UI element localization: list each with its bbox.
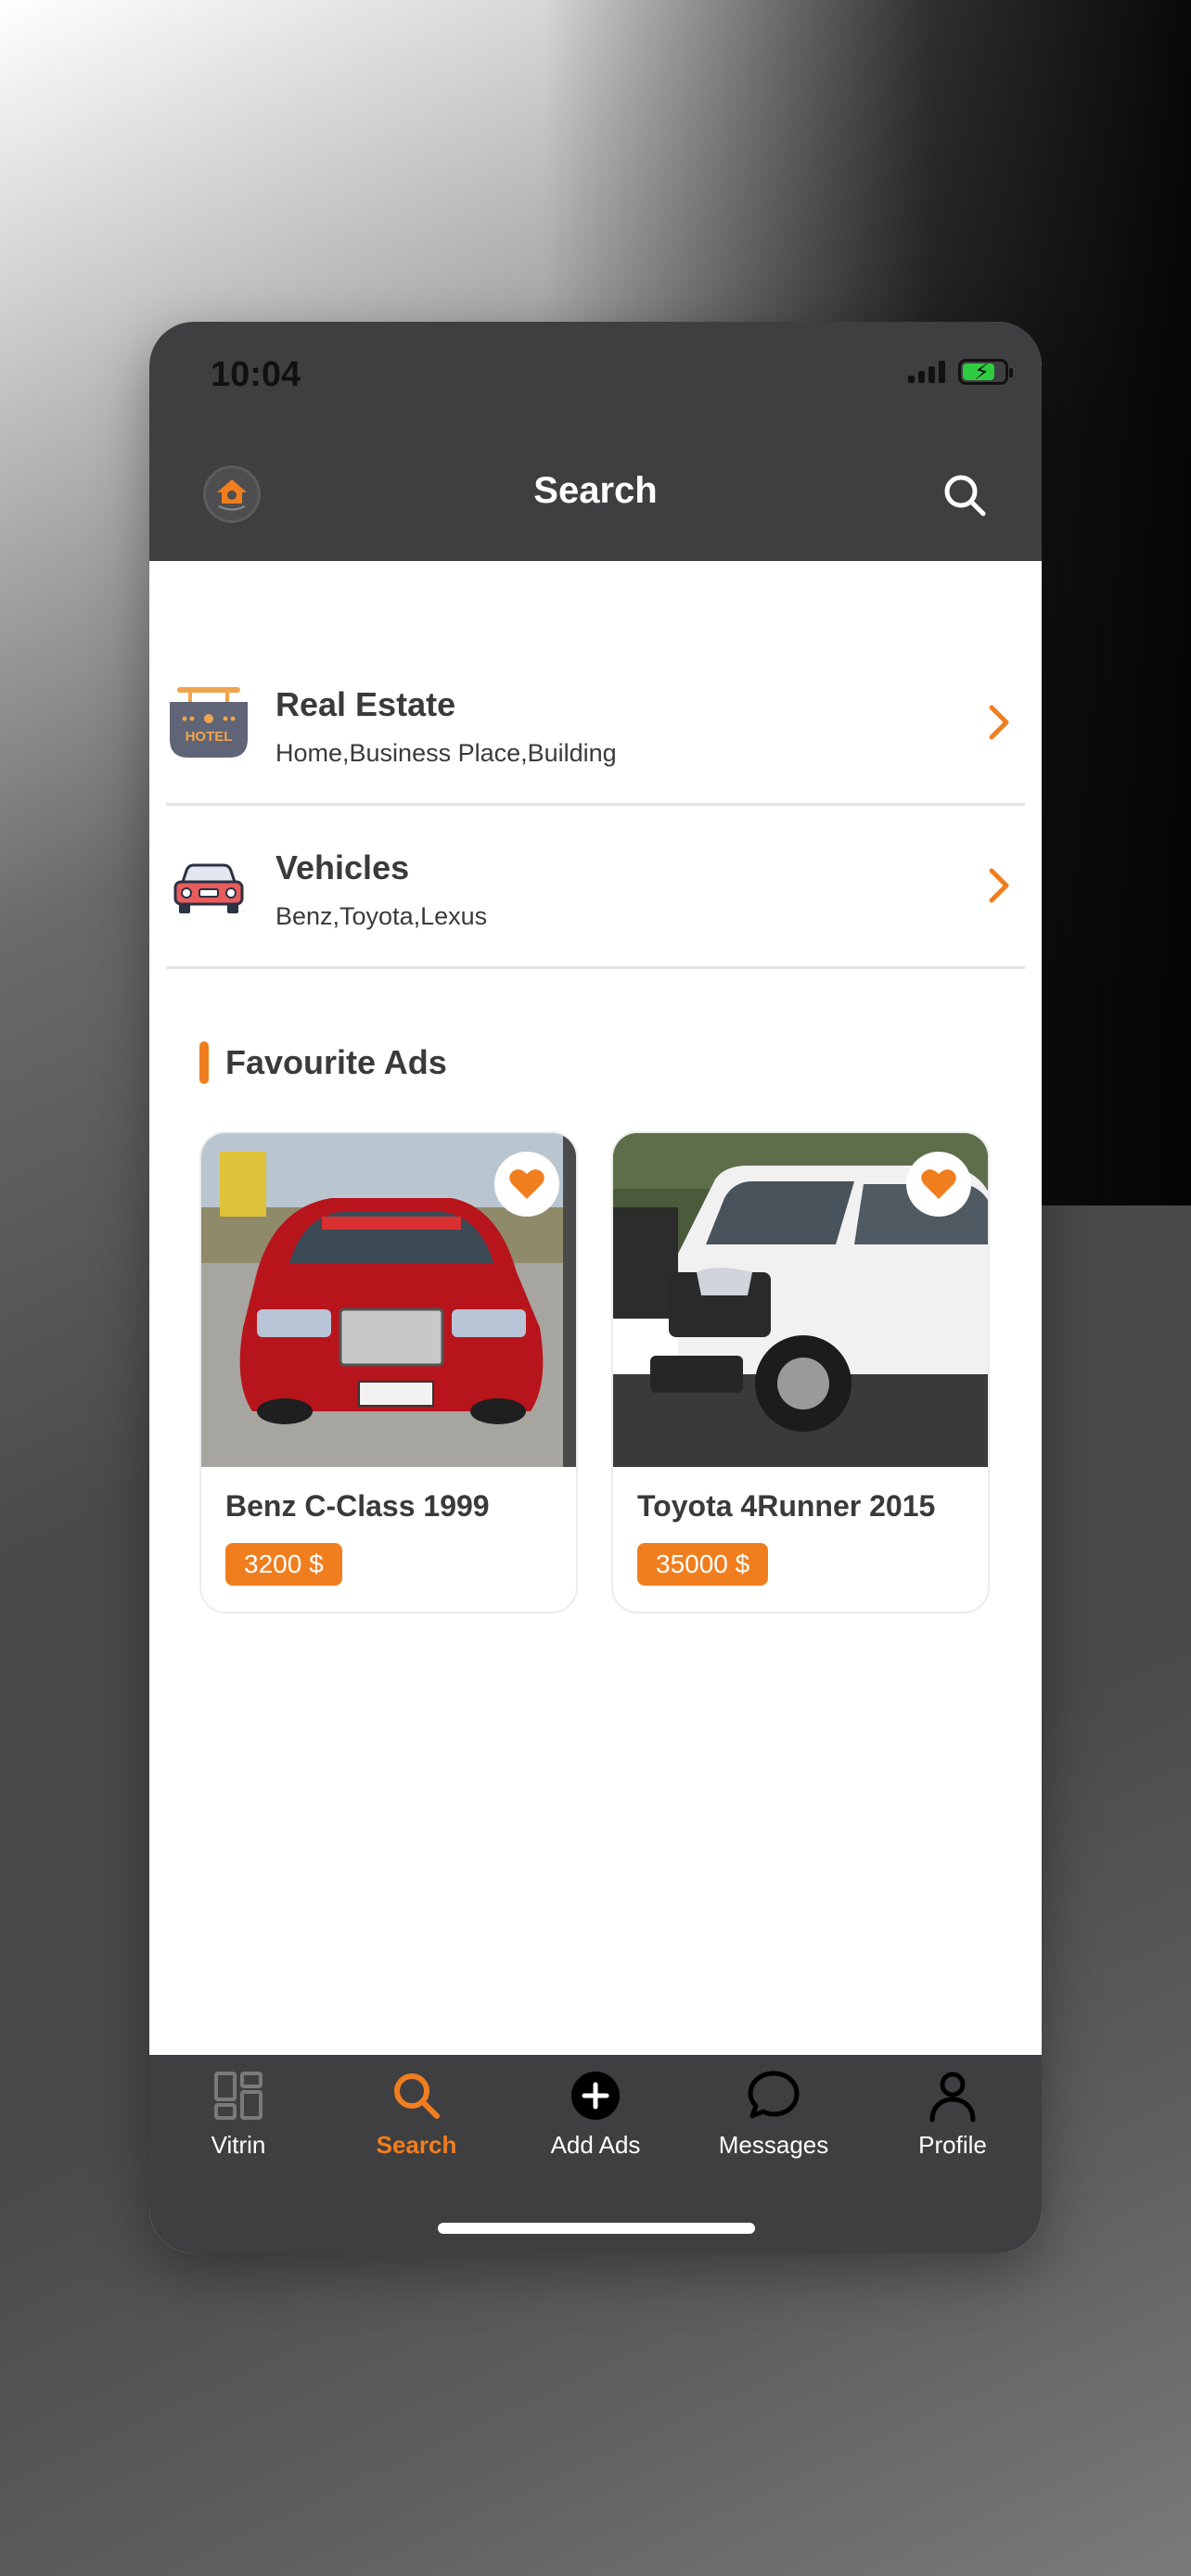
tab-label: Vitrin: [211, 2131, 266, 2159]
category-row-vehicles[interactable]: Vehicles Benz,Toyota,Lexus: [166, 806, 1025, 969]
tab-label: Profile: [918, 2131, 987, 2159]
ad-card-benz[interactable]: Benz C-Class 1999 3200 $: [199, 1131, 578, 1613]
tab-label: Messages: [718, 2131, 829, 2159]
chevron-right-icon: [989, 705, 1009, 740]
chevron-right-icon: [989, 868, 1009, 903]
chat-bubble-icon: [748, 2071, 800, 2119]
tab-search[interactable]: Search: [327, 2068, 506, 2160]
category-subtitle: Home,Business Place,Building: [275, 739, 617, 767]
search-icon: [944, 475, 986, 516]
top-bar: 10:04 ⚡ Search: [149, 322, 1042, 561]
search-button[interactable]: [940, 470, 990, 520]
favourite-toggle[interactable]: [906, 1152, 971, 1217]
category-title: Vehicles: [275, 848, 410, 886]
hotel-icon: HOTEL: [170, 687, 248, 758]
tab-messages[interactable]: Messages: [685, 2068, 863, 2160]
page-title: Search: [533, 470, 658, 511]
favourite-toggle[interactable]: [494, 1152, 559, 1217]
car-icon: [173, 863, 244, 913]
heart-icon: [921, 1169, 956, 1199]
phone-screen: 10:04 ⚡ Search HOTEL Real Estate Home,Bu…: [149, 322, 1042, 2253]
ad-title: Toyota 4Runner 2015: [637, 1489, 936, 1523]
category-title: Real Estate: [275, 685, 456, 723]
price-badge: 3200 $: [225, 1543, 342, 1586]
heart-icon: [509, 1169, 544, 1199]
tab-label: Search: [376, 2131, 457, 2159]
favourite-ads-header: Favourite Ads: [199, 1041, 447, 1084]
ad-title: Benz C-Class 1999: [225, 1489, 490, 1523]
status-icons: ⚡: [908, 359, 1013, 385]
price-badge: 35000 $: [637, 1543, 769, 1586]
search-icon: [394, 2073, 440, 2119]
category-row-real-estate[interactable]: HOTEL Real Estate Home,Business Place,Bu…: [166, 643, 1025, 806]
person-icon: [929, 2072, 976, 2123]
section-accent-bar: [199, 1041, 209, 1084]
home-indicator[interactable]: [438, 2223, 755, 2234]
tab-label: Add Ads: [550, 2131, 641, 2159]
tab-vitrin[interactable]: Vitrin: [149, 2068, 327, 2160]
grid-icon: [214, 2072, 263, 2120]
section-title: Favourite Ads: [225, 1043, 447, 1081]
signal-icon: [908, 361, 945, 383]
status-time: 10:04: [211, 355, 301, 394]
tab-profile[interactable]: Profile: [864, 2068, 1042, 2160]
add-circle-icon: [571, 2072, 620, 2120]
tab-add-ads[interactable]: Add Ads: [506, 2068, 685, 2160]
category-list: HOTEL Real Estate Home,Business Place,Bu…: [166, 643, 1025, 969]
battery-icon: ⚡: [958, 359, 1013, 385]
category-subtitle: Benz,Toyota,Lexus: [275, 902, 488, 930]
ad-card-toyota[interactable]: Toyota 4Runner 2015 35000 $: [611, 1131, 990, 1613]
svg-text:HOTEL: HOTEL: [186, 729, 233, 745]
